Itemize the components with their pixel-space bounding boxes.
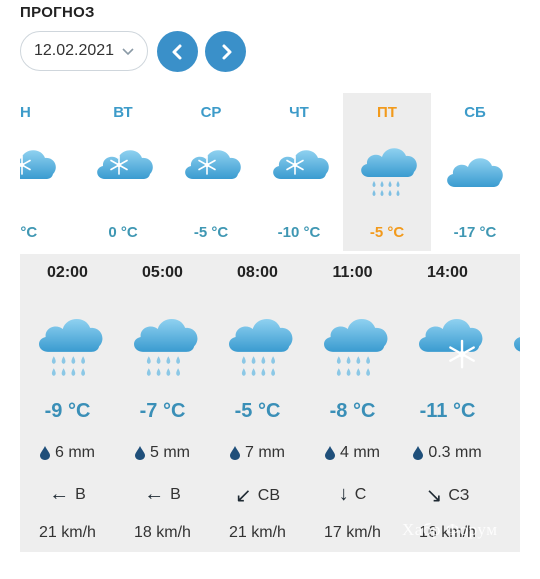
wind-arrow-icon: ↙	[235, 485, 252, 507]
cloud-rain-icon	[229, 319, 293, 376]
chevron-right-icon	[222, 44, 231, 59]
wind-arrow-icon: ↓	[338, 483, 349, 505]
wind-speed: 21 km/h	[229, 524, 286, 541]
hour-column: 08:00 -5 °C 7 mm ↙ СВ 21 km/h	[210, 254, 305, 552]
wind-direction: В	[170, 485, 181, 503]
cloud-icon	[447, 158, 503, 187]
precip-value: 6 mm	[55, 444, 95, 461]
day-temp: -5 °C	[193, 224, 229, 241]
next-date-button[interactable]	[205, 31, 246, 72]
droplet-icon	[40, 446, 50, 460]
precip-value: 0.3 mm	[428, 444, 482, 461]
precipitation: 0.3 mm	[400, 444, 495, 462]
hour-temp: -9 °C	[44, 400, 91, 422]
cloud-rain-icon	[39, 319, 103, 376]
hour-temp: -7 °C	[139, 400, 186, 422]
wind-direction: СВ	[257, 486, 280, 504]
day-name: ВТ	[113, 104, 133, 121]
droplet-icon	[413, 446, 424, 460]
wind-arrow-icon: ←	[49, 483, 70, 505]
droplet-icon	[325, 446, 335, 460]
day-name: СР	[200, 104, 222, 121]
watermark: Хабр Форум	[402, 520, 498, 539]
precip-value: 5 mm	[150, 444, 190, 461]
day-sat[interactable]: СБ -17 °C	[431, 93, 519, 251]
day-temp: -5 °C	[369, 224, 405, 241]
day-wed[interactable]: СР -5 °C	[167, 93, 255, 251]
day-name: СБ	[464, 104, 486, 121]
chevron-down-icon	[122, 48, 134, 56]
day-name: ЧТ	[289, 104, 309, 121]
wind: ↙ СВ	[210, 483, 305, 508]
day-tue[interactable]: ВТ 0 °C	[79, 93, 167, 251]
day-temp: -17 °C	[453, 224, 497, 241]
hour-time: 11:00	[332, 264, 373, 281]
cloud-rain-icon	[361, 148, 417, 196]
wind-arrow-icon: ↘	[425, 485, 443, 507]
precip-value: 4 mm	[340, 444, 380, 461]
wind: ↘ СЗ	[400, 483, 495, 508]
days-strip: ПН -8 °C ВТ 0 °C СР -5 °C ЧТ -10 °C ПТ	[20, 93, 520, 251]
wind-direction: В	[75, 485, 86, 503]
wind-speed: 21 km/h	[39, 524, 96, 541]
wind-direction: СЗ	[448, 486, 470, 504]
wind-speed: 1	[495, 524, 520, 542]
hour-column: 02:00 -9 °C 6 mm ← В 21 km/h	[20, 254, 115, 552]
page-title: ПРОГНОЗ	[20, 4, 95, 21]
hour-temp: -8 °C	[329, 400, 376, 422]
precip-value: 7 mm	[245, 444, 285, 461]
day-thu[interactable]: ЧТ -10 °C	[255, 93, 343, 251]
cloud-snow-icon	[185, 150, 241, 179]
precipitation: 5 mm	[115, 444, 210, 462]
day-temp: -10 °C	[277, 224, 321, 241]
day-name: ПТ	[377, 104, 397, 121]
hour-temp: -5 °C	[234, 400, 281, 422]
day-fri[interactable]: ПТ -5 °C	[343, 93, 431, 251]
cloud-rain-icon	[134, 319, 198, 376]
wind-arrow-icon: ←	[144, 483, 165, 505]
precipitation: 7 mm	[210, 444, 305, 462]
precipitation: 4 mm	[305, 444, 400, 462]
wind: ↓ С	[305, 483, 400, 506]
wind: ← В	[20, 483, 115, 506]
cloud-snow-icon	[20, 150, 56, 179]
day-temp: -8 °C	[20, 224, 38, 241]
wind-speed: 17 km/h	[324, 524, 381, 541]
hour-temp: -11 °C	[419, 400, 476, 422]
hourly-panel: 02:00 -9 °C 6 mm ← В 21 km/h 05:00 -7 °C 5 mm ← В 1…	[20, 254, 520, 552]
day-mon[interactable]: ПН -8 °C	[20, 93, 64, 251]
hour-time: 02:00	[47, 264, 88, 281]
hour-temp: -	[495, 400, 520, 423]
hour-time: 14:00	[427, 264, 468, 281]
cloud-rain-icon	[514, 319, 520, 352]
wind-speed: 18 km/h	[134, 524, 191, 541]
wind-direction: С	[354, 485, 367, 503]
date-value: 12.02.2021	[34, 42, 115, 59]
cloud-rain-icon	[324, 319, 388, 376]
day-temp: 0 °C	[108, 224, 138, 241]
hour-column: 05:00 -7 °C 5 mm ← В 18 km/h	[115, 254, 210, 552]
chevron-left-icon	[172, 44, 181, 59]
cloud-snow-icon	[419, 319, 483, 369]
droplet-icon	[135, 446, 145, 460]
cloud-snow-icon	[273, 150, 329, 179]
wind: ← В	[115, 483, 210, 506]
hour-time: 05:00	[142, 264, 183, 281]
precipitation: 6 mm	[20, 444, 115, 462]
day-name: ПН	[20, 104, 31, 121]
hour-column: 14:00 -11 °C 0.3 mm ↘ СЗ 16 km/h	[400, 254, 495, 552]
hour-column: 11:00 -8 °C 4 mm ↓ С 17 km/h	[305, 254, 400, 552]
cloud-snow-icon	[97, 150, 153, 179]
prev-date-button[interactable]	[157, 31, 198, 72]
droplet-icon	[230, 446, 240, 460]
hour-column: -1	[495, 254, 520, 552]
hour-time: 08:00	[237, 264, 278, 281]
precipitation	[495, 444, 520, 458]
date-picker[interactable]: 12.02.2021	[20, 31, 148, 71]
